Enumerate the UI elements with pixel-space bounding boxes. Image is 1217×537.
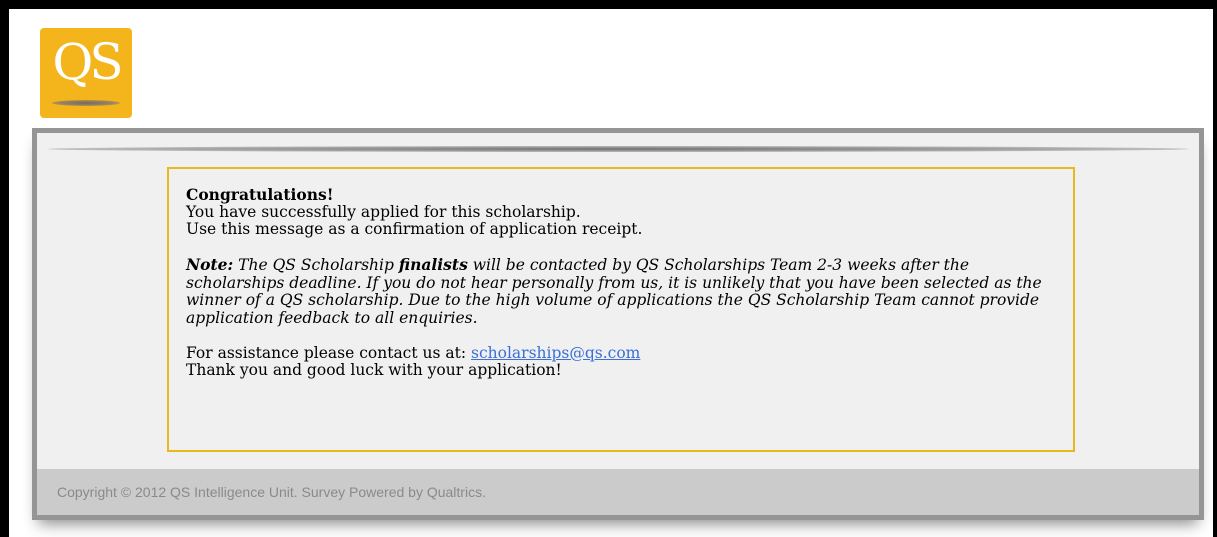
message-heading: Congratulations! xyxy=(186,185,334,204)
message-line-2: Use this message as a confirmation of ap… xyxy=(186,220,643,238)
assistance-line: For assistance please contact us at: sch… xyxy=(186,343,1057,363)
window-frame-left xyxy=(0,0,9,537)
note-paragraph: Note: The QS Scholarship finalists will … xyxy=(186,256,1057,327)
assistance-text: For assistance please contact us at: xyxy=(186,343,472,362)
note-finalists: finalists xyxy=(398,255,468,274)
confirmation-message: Congratulations! You have successfully a… xyxy=(167,167,1075,452)
note-label: Note: xyxy=(186,255,234,274)
window-frame-top xyxy=(0,0,1217,9)
logo-text: QS xyxy=(52,33,123,91)
closing-line: Thank you and good luck with your applic… xyxy=(186,361,562,379)
page: QS Congratulations! You have successfull… xyxy=(0,0,1217,537)
contact-email-link[interactable]: scholarships@qs.com xyxy=(471,344,640,362)
qs-logo: QS xyxy=(40,28,132,118)
logo-swoosh xyxy=(52,100,120,106)
message-line-1: You have successfully applied for this s… xyxy=(186,202,581,221)
copyright-text: Copyright © 2012 QS Intelligence Unit. S… xyxy=(57,484,486,500)
window-frame-right xyxy=(1213,0,1217,537)
footer: Copyright © 2012 QS Intelligence Unit. S… xyxy=(37,469,1199,515)
survey-container: Congratulations! You have successfully a… xyxy=(32,128,1204,520)
note-text-part-1: The QS Scholarship xyxy=(233,256,399,274)
header-divider xyxy=(47,146,1189,152)
